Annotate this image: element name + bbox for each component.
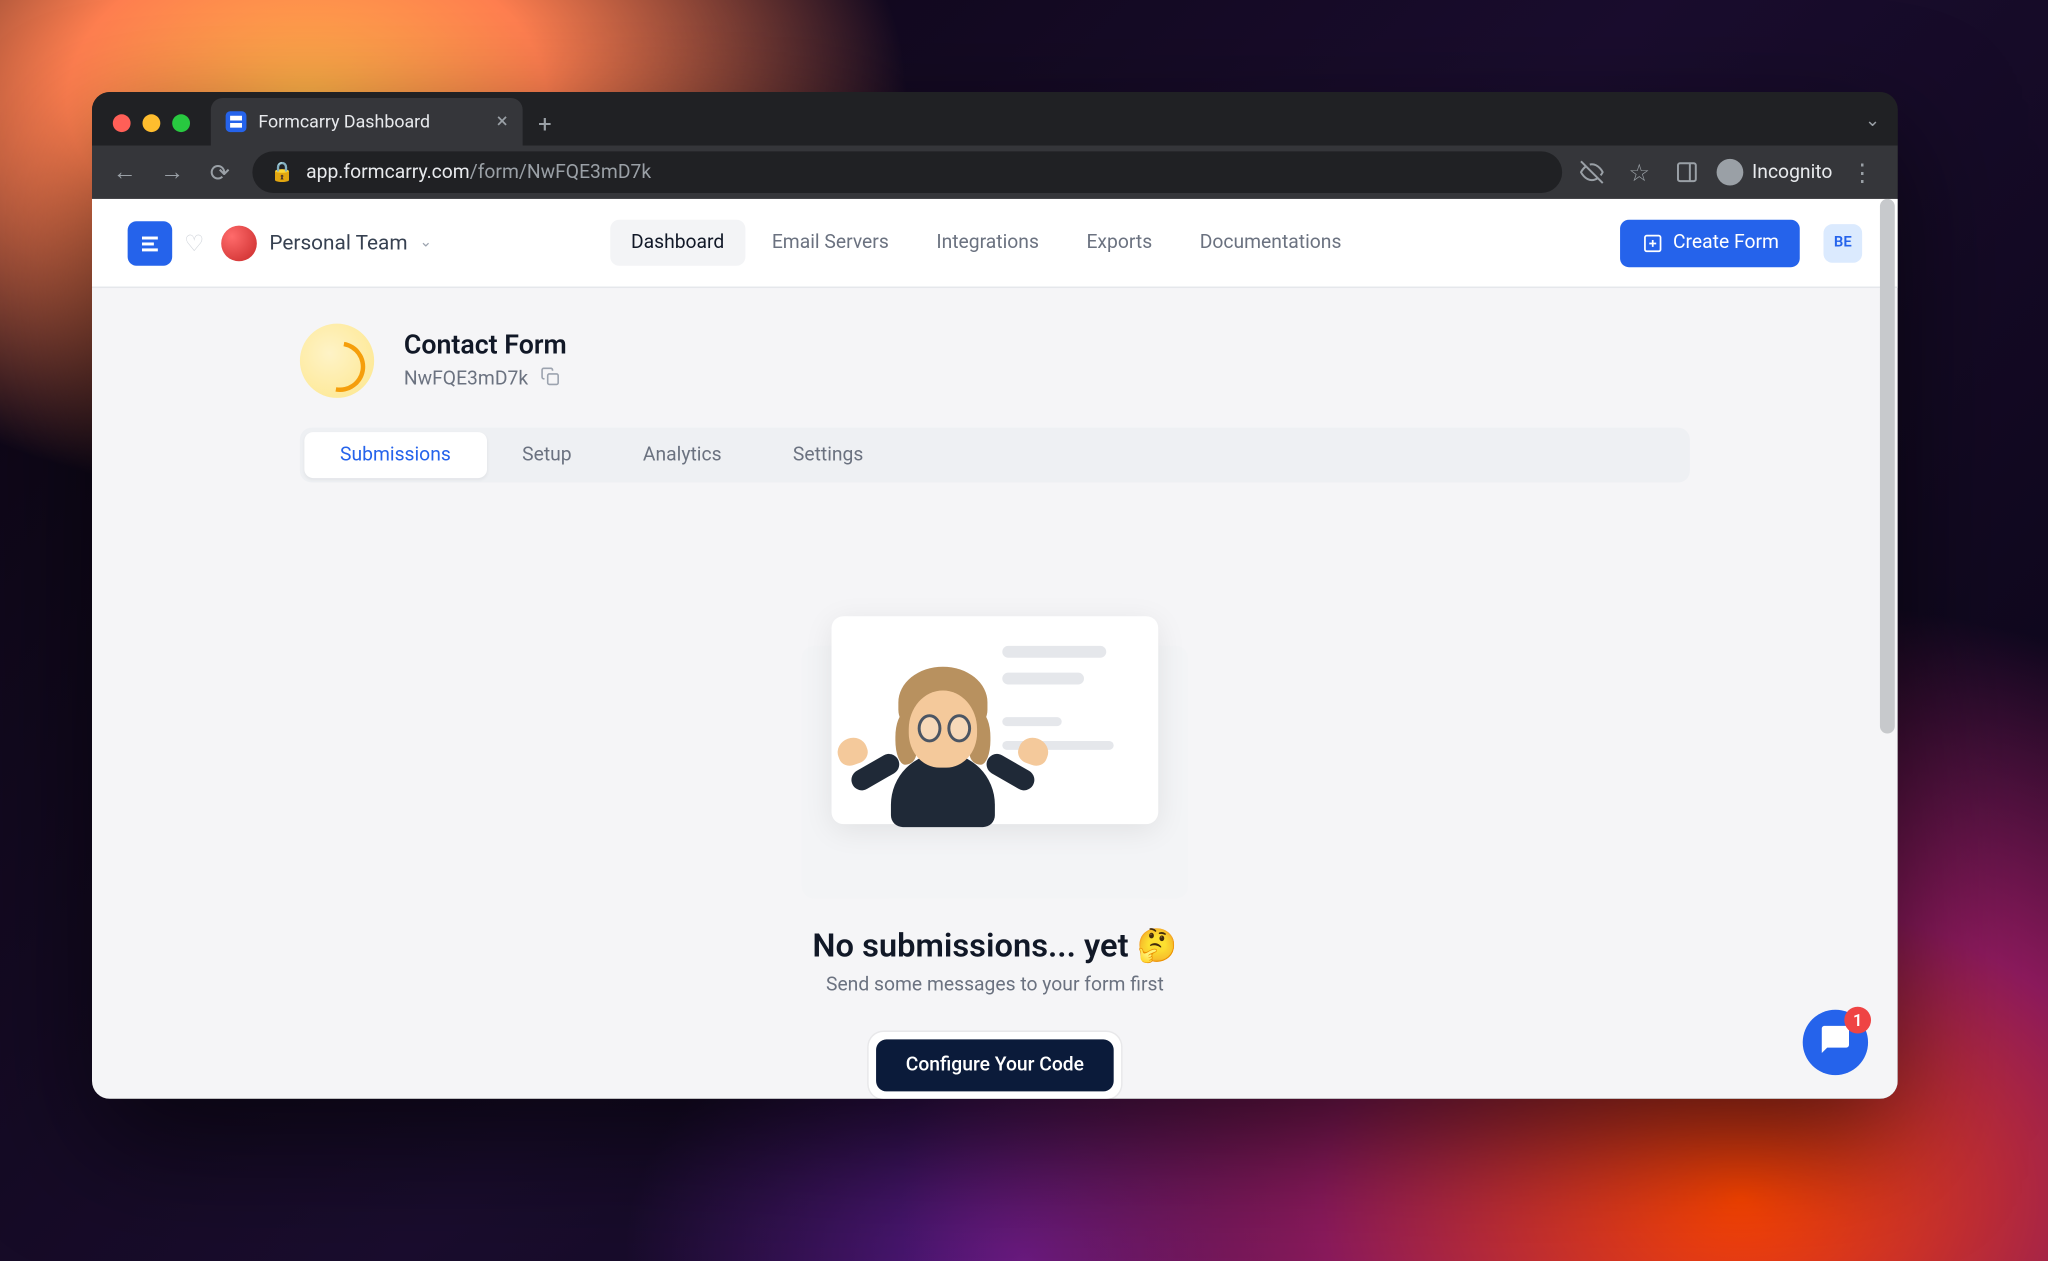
tab-favicon-icon bbox=[226, 111, 247, 132]
memoji-shrug-icon bbox=[846, 649, 1039, 827]
tab-analytics[interactable]: Analytics bbox=[607, 432, 757, 478]
browser-tab[interactable]: Formcarry Dashboard × bbox=[211, 98, 523, 146]
copy-icon[interactable] bbox=[540, 367, 559, 392]
address-bar: ← → ⟳ 🔒 app.formcarry.com/form/NwFQE3mD7… bbox=[92, 145, 1898, 198]
lock-icon: 🔒 bbox=[270, 161, 294, 183]
url-bar[interactable]: 🔒 app.formcarry.com/form/NwFQE3mD7k bbox=[252, 151, 1562, 193]
scrollbar[interactable] bbox=[1880, 199, 1895, 734]
create-form-label: Create Form bbox=[1673, 232, 1779, 254]
bookmark-star-icon[interactable]: ☆ bbox=[1621, 154, 1657, 190]
team-avatar-icon bbox=[222, 225, 258, 261]
incognito-icon bbox=[1716, 159, 1743, 186]
nav-forward-button[interactable]: → bbox=[151, 151, 193, 193]
content-area: ♡ Personal Team ⌄ Dashboard Email Server… bbox=[92, 199, 1898, 1099]
incognito-badge[interactable]: Incognito bbox=[1716, 159, 1832, 186]
form-icon bbox=[300, 324, 374, 398]
form-header: Contact Form NwFQE3mD7k bbox=[300, 324, 1690, 398]
chat-notification-badge: 1 bbox=[1844, 1007, 1871, 1034]
browser-menu-button[interactable]: ⋮ bbox=[1844, 154, 1880, 190]
browser-window: Formcarry Dashboard × + ⌄ ← → ⟳ 🔒 app.fo… bbox=[92, 92, 1898, 1099]
configure-code-button[interactable]: Configure Your Code bbox=[876, 1039, 1114, 1091]
tabs-container: Submissions Setup Analytics Settings bbox=[300, 428, 1690, 483]
form-id: NwFQE3mD7k bbox=[404, 368, 528, 390]
window-maximize-button[interactable] bbox=[172, 114, 190, 132]
url-domain: app.formcarry.com bbox=[306, 161, 470, 183]
tab-submissions[interactable]: Submissions bbox=[304, 432, 486, 478]
nav-reload-button[interactable]: ⟳ bbox=[199, 151, 241, 193]
url-path: /form/NwFQE3mD7k bbox=[470, 161, 651, 183]
tab-setup[interactable]: Setup bbox=[486, 432, 607, 478]
team-dropdown-icon[interactable]: ⌄ bbox=[419, 235, 431, 251]
incognito-label: Incognito bbox=[1752, 161, 1832, 183]
window-close-button[interactable] bbox=[113, 114, 131, 132]
new-tab-button[interactable]: + bbox=[523, 101, 568, 146]
window-controls bbox=[113, 114, 190, 132]
form-title: Contact Form bbox=[404, 330, 567, 361]
eye-off-icon[interactable] bbox=[1574, 154, 1610, 190]
app-header: ♡ Personal Team ⌄ Dashboard Email Server… bbox=[92, 199, 1898, 288]
tab-close-button[interactable]: × bbox=[497, 110, 508, 134]
create-form-icon bbox=[1640, 231, 1664, 255]
tab-settings[interactable]: Settings bbox=[757, 432, 899, 478]
chat-bubble-button[interactable]: 1 bbox=[1803, 1010, 1868, 1075]
nav-dashboard[interactable]: Dashboard bbox=[610, 220, 745, 266]
empty-subtitle: Send some messages to your form first bbox=[300, 974, 1690, 996]
nav-exports[interactable]: Exports bbox=[1066, 220, 1173, 266]
nav-back-button[interactable]: ← bbox=[104, 151, 146, 193]
create-form-button[interactable]: Create Form bbox=[1620, 219, 1800, 267]
nav-documentations[interactable]: Documentations bbox=[1179, 220, 1362, 266]
empty-illustration bbox=[750, 557, 1240, 899]
formcarry-logo-icon[interactable] bbox=[128, 220, 173, 265]
team-name[interactable]: Personal Team bbox=[269, 231, 407, 255]
main-nav: Dashboard Email Servers Integrations Exp… bbox=[610, 220, 1362, 266]
nav-integrations[interactable]: Integrations bbox=[916, 220, 1060, 266]
tabs-dropdown-button[interactable]: ⌄ bbox=[1865, 110, 1880, 131]
tab-title: Formcarry Dashboard bbox=[258, 111, 430, 132]
empty-title: No submissions... yet 🤔 bbox=[300, 928, 1690, 965]
nav-email-servers[interactable]: Email Servers bbox=[751, 220, 910, 266]
panel-icon[interactable] bbox=[1669, 154, 1705, 190]
user-avatar[interactable]: BE bbox=[1824, 223, 1863, 262]
window-minimize-button[interactable] bbox=[142, 114, 160, 132]
empty-state: No submissions... yet 🤔 Send some messag… bbox=[300, 483, 1690, 1099]
tab-bar: Formcarry Dashboard × + ⌄ bbox=[92, 92, 1898, 145]
heart-icon[interactable]: ♡ bbox=[184, 229, 204, 256]
